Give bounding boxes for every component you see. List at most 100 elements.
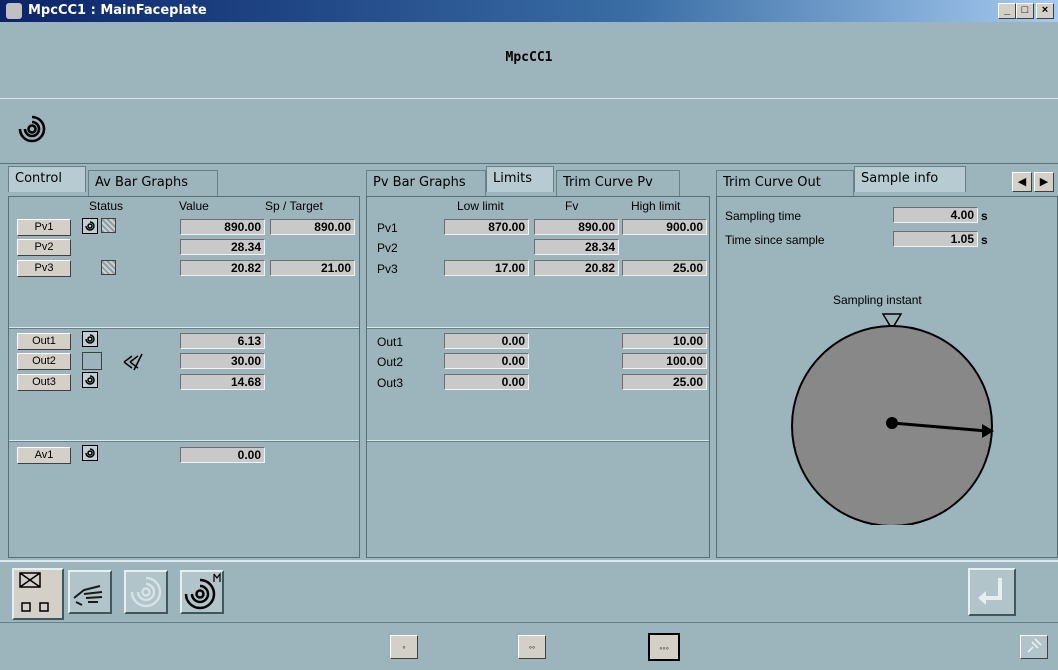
pv3-sp[interactable]: 21.00 <box>270 260 355 276</box>
tab-sample-info[interactable]: Sample info <box>854 166 966 192</box>
pv2-button[interactable]: Pv2 <box>17 239 71 256</box>
control-panel: Control Av Bar Graphs Status Value Sp / … <box>8 166 360 558</box>
tab-scroll-right-button[interactable]: ▶ <box>1034 172 1054 192</box>
no-connection-icon <box>123 353 143 371</box>
tab-control[interactable]: Control <box>8 166 86 192</box>
enter-button[interactable] <box>968 568 1016 616</box>
pv1-sp[interactable]: 890.00 <box>270 219 355 235</box>
out1-label: Out1 <box>377 335 404 349</box>
auto-status-icon <box>82 218 98 234</box>
out2-low-limit[interactable]: 0.00 <box>444 353 529 369</box>
out1-value: 6.13 <box>180 333 265 349</box>
out2-value: 30.00 <box>180 353 265 369</box>
pv2-label: Pv2 <box>377 241 398 255</box>
pv3-fv: 20.82 <box>534 260 619 276</box>
pv3-label: Pv3 <box>377 262 398 276</box>
out3-button[interactable]: Out3 <box>17 374 71 391</box>
pv1-button[interactable]: Pv1 <box>17 219 71 236</box>
enter-arrow-icon <box>978 578 1002 605</box>
default-faceplate-button[interactable]: ◦◦ <box>518 635 546 659</box>
col-fv: Fv <box>565 199 579 213</box>
faceplate-header: MpcCC1 <box>0 22 1058 99</box>
empty-status-icon <box>82 352 102 370</box>
mpc-mode-icon <box>18 115 46 143</box>
envelope-icon <box>19 572 49 612</box>
auto-status-icon <box>82 331 98 347</box>
app-icon <box>6 3 22 19</box>
mode-icon-row <box>0 98 1058 164</box>
hatched-status-icon <box>101 218 116 233</box>
sampling-time-value: 4.00 <box>893 207 978 223</box>
out2-high-limit[interactable]: 100.00 <box>622 353 707 369</box>
pv3-high-limit[interactable]: 25.00 <box>622 260 707 276</box>
out2-button[interactable]: Out2 <box>17 353 71 370</box>
extended-faceplate-button[interactable]: ◦◦◦ <box>648 633 680 661</box>
mpc-mode-button[interactable] <box>180 570 224 614</box>
time-since-label: Time since sample <box>725 233 825 247</box>
auto-mode-button[interactable] <box>124 570 168 614</box>
close-button[interactable]: × <box>1036 3 1054 19</box>
pin-icon <box>1027 638 1042 653</box>
divider <box>9 327 359 329</box>
pv1-label: Pv1 <box>377 221 398 235</box>
sampling-instant-label: Sampling instant <box>833 293 922 307</box>
divider <box>9 440 359 442</box>
av1-value: 0.00 <box>180 447 265 463</box>
maximize-button[interactable]: □ <box>1016 3 1034 19</box>
out1-low-limit[interactable]: 0.00 <box>444 333 529 349</box>
out2-label: Out2 <box>377 355 404 369</box>
auto-status-icon <box>82 445 98 461</box>
hatched-status-icon <box>101 260 116 275</box>
out3-high-limit[interactable]: 25.00 <box>622 374 707 390</box>
hand-icon <box>73 585 103 606</box>
pv1-low-limit[interactable]: 870.00 <box>444 219 529 235</box>
limits-panel-body: Low limit Fv High limit Pv1 870.00 890.0… <box>366 196 710 558</box>
right-arrow-icon: ▶ <box>1039 176 1049 188</box>
tab-pv-bar-graphs[interactable]: Pv Bar Graphs <box>366 170 486 196</box>
tab-limits[interactable]: Limits <box>486 166 554 192</box>
faceplate-footer: ◦ ◦◦ ◦◦◦ <box>0 622 1058 670</box>
connection-mode-button[interactable] <box>12 568 64 620</box>
tab-scroll-left-button[interactable]: ◀ <box>1012 172 1032 192</box>
divider <box>367 327 709 329</box>
out3-low-limit[interactable]: 0.00 <box>444 374 529 390</box>
tab-av-bar-graphs[interactable]: Av Bar Graphs <box>88 170 218 196</box>
pin-button[interactable] <box>1020 635 1048 659</box>
divider <box>367 440 709 442</box>
control-panel-body: Status Value Sp / Target Pv1 890.00 890.… <box>8 196 360 558</box>
col-sp: Sp / Target <box>265 199 323 213</box>
sample-panel-body: Sampling time 4.00 s Time since sample 1… <box>716 196 1058 558</box>
limits-panel: Pv Bar Graphs Limits Trim Curve Pv Low l… <box>366 166 710 558</box>
pv3-low-limit[interactable]: 17.00 <box>444 260 529 276</box>
hand-pivot <box>886 417 898 429</box>
tab-trim-curve-out[interactable]: Trim Curve Out <box>716 170 854 196</box>
out3-value: 14.68 <box>180 374 265 390</box>
pv3-button[interactable]: Pv3 <box>17 260 71 277</box>
out1-high-limit[interactable]: 10.00 <box>622 333 707 349</box>
sample-panel: Trim Curve Out Sample info ◀ ▶ Sampling … <box>716 166 1058 558</box>
auto-spiral-icon <box>130 576 162 608</box>
auto-status-icon <box>82 372 98 388</box>
col-status: Status <box>89 199 124 213</box>
faceplate-name: MpcCC1 <box>505 50 553 65</box>
col-low-limit: Low limit <box>457 199 504 213</box>
time-since-value: 1.05 <box>893 231 978 247</box>
tab-trim-curve-pv[interactable]: Trim Curve Pv <box>556 170 680 196</box>
out1-button[interactable]: Out1 <box>17 333 71 350</box>
sampling-time-unit: s <box>981 209 988 223</box>
manual-mode-button[interactable] <box>68 570 112 614</box>
window-titlebar: MpcCC1 : MainFaceplate _ □ × <box>0 0 1058 22</box>
minimize-button[interactable]: _ <box>998 3 1016 19</box>
pv1-fv: 890.00 <box>534 219 619 235</box>
time-since-unit: s <box>981 233 988 247</box>
sampling-time-label: Sampling time <box>725 209 802 223</box>
out3-label: Out3 <box>377 376 404 390</box>
window-title: MpcCC1 : MainFaceplate <box>28 3 207 18</box>
mode-toolbar <box>0 560 1058 624</box>
pv1-high-limit[interactable]: 900.00 <box>622 219 707 235</box>
reduced-faceplate-button[interactable]: ◦ <box>390 635 418 659</box>
col-value: Value <box>179 199 209 213</box>
av1-button[interactable]: Av1 <box>17 447 71 464</box>
pv2-fv: 28.34 <box>534 239 619 255</box>
pv3-value: 20.82 <box>180 260 265 276</box>
